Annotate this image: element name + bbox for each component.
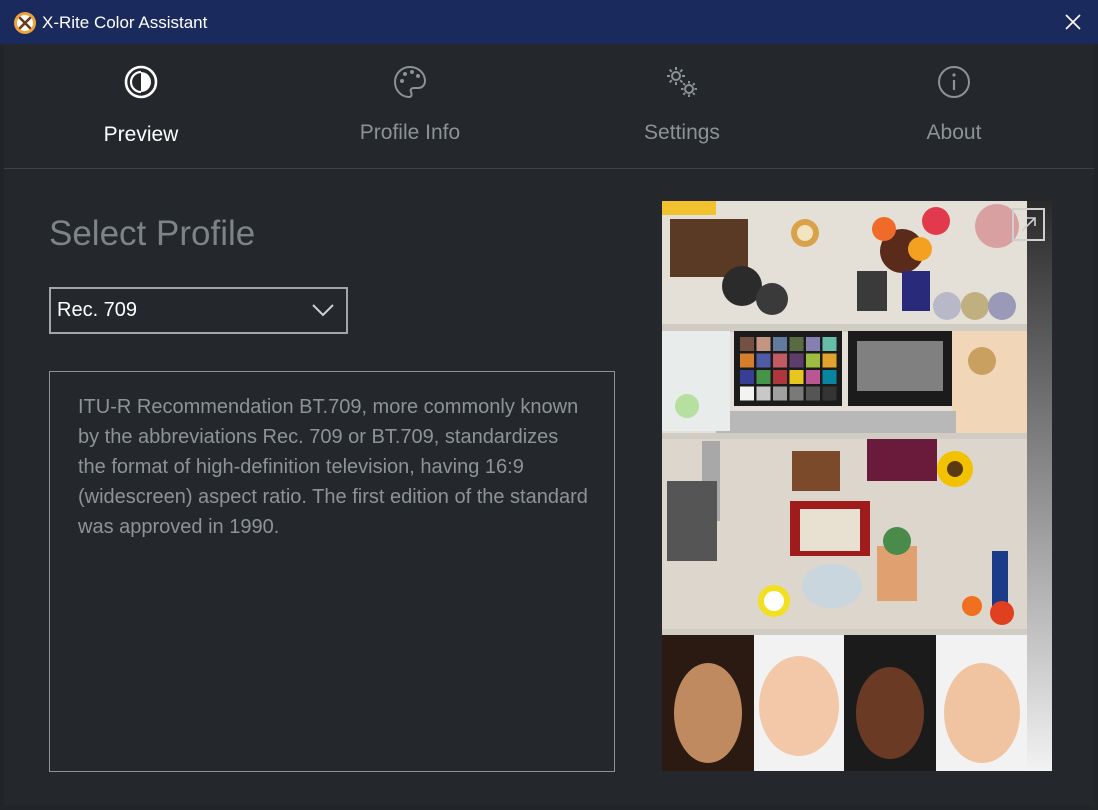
tab-preview[interactable]: Preview [31, 44, 251, 168]
nav-bar: Preview Profile Info Settings About [4, 44, 1094, 169]
profile-select[interactable]: Rec. 709 [49, 287, 348, 334]
expand-icon [1021, 217, 1036, 232]
tab-about-label: About [926, 121, 982, 144]
chevron-down-icon [312, 304, 334, 317]
tab-about[interactable]: About [844, 44, 1064, 168]
profile-description: ITU-R Recommendation BT.709, more common… [78, 396, 588, 538]
title-bar: X-Rite Color Assistant [0, 0, 1098, 44]
section-title: Select Profile [49, 214, 256, 253]
palette-icon [393, 65, 427, 99]
nav-divider [4, 168, 1094, 169]
tab-settings-label: Settings [644, 121, 720, 144]
profile-select-value: Rec. 709 [57, 299, 138, 321]
close-button[interactable] [1056, 6, 1090, 38]
main-content: Preview Profile Info Settings About Sele… [4, 44, 1094, 806]
close-icon [1065, 14, 1081, 30]
profile-description-box: ITU-R Recommendation BT.709, more common… [49, 371, 615, 772]
gears-icon [667, 67, 697, 97]
window-title: X-Rite Color Assistant [42, 13, 208, 32]
half-circle-contrast-icon [124, 65, 158, 99]
tab-preview-label: Preview [103, 123, 179, 146]
xrite-logo-icon [14, 12, 36, 34]
info-icon [938, 66, 970, 98]
tab-settings[interactable]: Settings [572, 44, 792, 168]
tab-profile-info-label: Profile Info [359, 121, 461, 144]
tab-profile-info[interactable]: Profile Info [300, 44, 520, 168]
reference-photo [662, 201, 1052, 771]
preview-image [662, 201, 1052, 771]
expand-preview-button[interactable] [1012, 208, 1045, 241]
